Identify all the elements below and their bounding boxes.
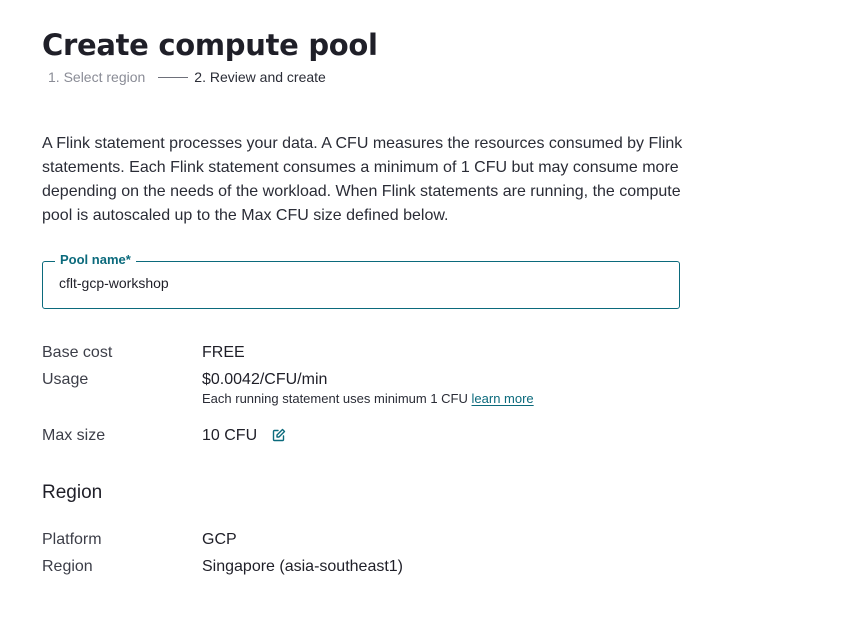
usage-label: Usage	[42, 371, 89, 388]
edit-icon[interactable]	[272, 428, 286, 447]
usage-note: Each running statement uses minimum 1 CF…	[202, 391, 534, 406]
base-cost-label: Base cost	[42, 344, 113, 361]
region-value: Singapore (asia-southeast1)	[202, 558, 404, 575]
region-label: Region	[42, 558, 93, 575]
pool-name-field: Pool name*	[42, 252, 680, 309]
step-review-and-create: 2. Review and create	[194, 69, 326, 85]
base-cost-value: FREE	[202, 344, 245, 361]
platform-label: Platform	[42, 531, 102, 548]
step-select-region[interactable]: 1. Select region	[48, 69, 145, 85]
max-size-value: 10 CFU	[202, 427, 258, 444]
learn-more-link[interactable]: learn more	[472, 391, 534, 406]
max-size-row: 10 CFU	[202, 427, 286, 447]
step-connector	[158, 76, 189, 78]
max-size-label: Max size	[42, 427, 106, 444]
pool-name-input[interactable]	[59, 275, 659, 291]
page-title: Create compute pool	[42, 28, 378, 62]
pool-name-label: Pool name*	[55, 252, 136, 268]
usage-note-text: Each running statement uses minimum 1 CF…	[202, 391, 468, 406]
stepper: 1. Select region 2. Review and create	[48, 69, 326, 85]
region-section-heading: Region	[42, 482, 103, 503]
platform-value: GCP	[202, 531, 237, 548]
intro-text: A Flink statement processes your data. A…	[42, 135, 683, 224]
usage-value: $0.0042/CFU/min	[202, 371, 328, 388]
